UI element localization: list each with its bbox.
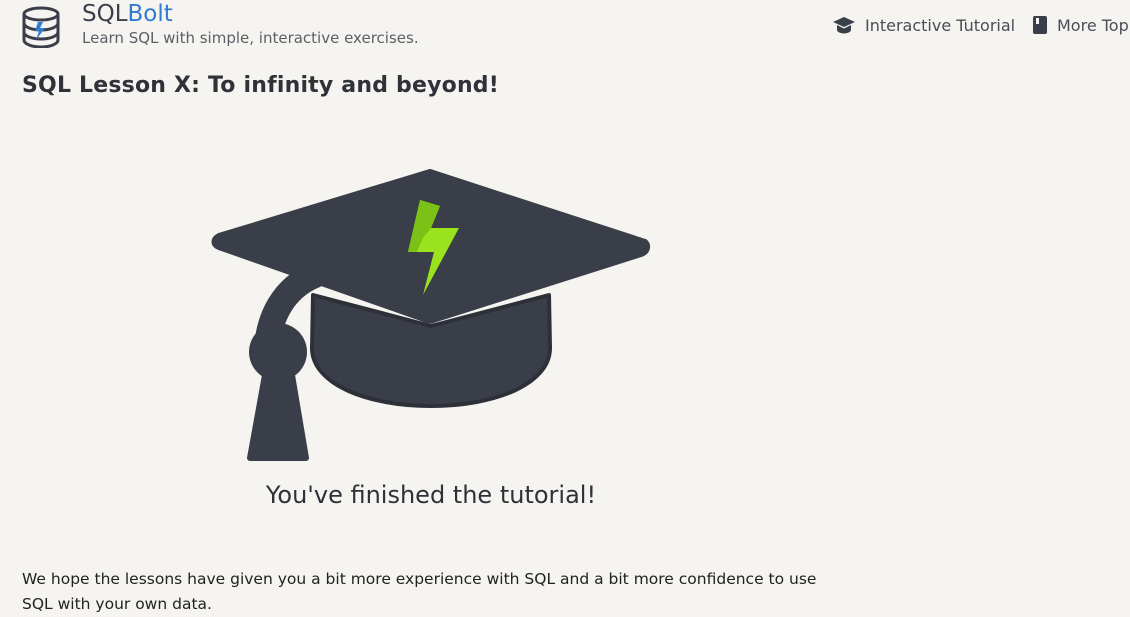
nav-more-topics[interactable]: More Topi [1032,13,1130,37]
graduation-cap-illustration [211,169,651,461]
book-icon [1033,16,1047,34]
nav-interactive-tutorial-label: Interactive Tutorial [865,15,1016,35]
site-tagline: Learn SQL with simple, interactive exerc… [82,29,419,47]
site-header: SQLBolt Learn SQL with simple, interacti… [0,0,1130,60]
nav-more-topics-label: More Topi [1057,15,1130,35]
brand-prefix: SQL [82,1,128,27]
brand-suffix: Bolt [127,1,173,27]
site-logo-text[interactable]: SQLBolt [82,0,173,28]
database-bolt-logo-icon[interactable] [21,6,61,48]
page-title: SQL Lesson X: To infinity and beyond! [22,73,499,98]
closing-paragraph: We hope the lessons have given you a bit… [22,570,817,613]
finished-caption: You've finished the tutorial! [265,481,597,509]
graduation-cap-icon [833,17,855,34]
nav-interactive-tutorial[interactable]: Interactive Tutorial [832,13,1015,37]
